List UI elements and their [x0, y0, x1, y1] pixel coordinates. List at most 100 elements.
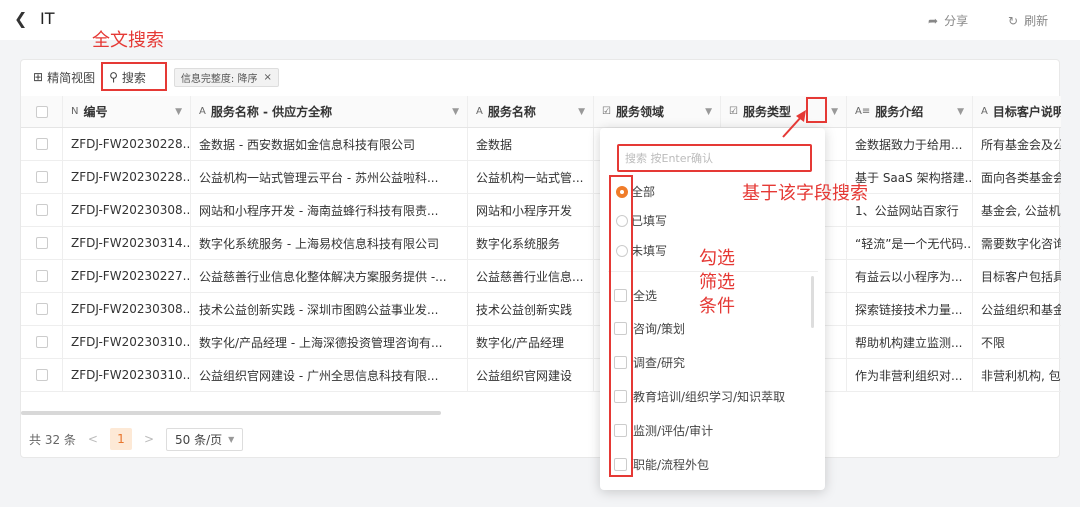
caret-down-icon[interactable]: ▼ — [578, 107, 585, 117]
column-header-intro[interactable]: A≡ 服务介绍 ▼ — [847, 96, 973, 127]
cell-name[interactable]: 网站和小程序开发 — [468, 194, 594, 226]
multi-select-field-icon: ☑ — [602, 106, 611, 117]
caret-down-icon[interactable]: ▼ — [957, 107, 964, 117]
cell-target[interactable]: 目标客户包括具有 — [973, 260, 1061, 292]
annotation-arrow-icon — [782, 110, 806, 138]
table-row[interactable]: ZFDJ-FW20230308... 技术公益创新实践 - 深圳市图鸥公益事业发… — [21, 293, 1061, 326]
cell-intro[interactable]: 帮助机构建立监测... — [847, 326, 973, 358]
table-row[interactable]: ZFDJ-FW20230228... 金数据 - 西安数据如金信息科技有限公司 … — [21, 128, 1061, 161]
column-header-name[interactable]: A 服务名称 ▼ — [468, 96, 594, 127]
table-row[interactable]: ZFDJ-FW20230310... 数字化/产品经理 - 上海深德投资管理咨询… — [21, 326, 1061, 359]
row-checkbox[interactable] — [35, 138, 48, 150]
number-field-icon: N — [71, 106, 79, 117]
table-row[interactable]: ZFDJ-FW20230314... 数字化系统服务 - 上海易校信息科技有限公… — [21, 227, 1061, 260]
grid-icon: ⊞ — [33, 70, 44, 84]
row-checkbox[interactable] — [35, 237, 48, 249]
refresh-button[interactable]: ↻ 刷新 — [1008, 12, 1048, 29]
column-header-id[interactable]: N 编号 ▼ — [63, 96, 191, 127]
cell-full-name[interactable]: 公益机构一站式管理云平台 - 苏州公益啦科... — [191, 161, 468, 193]
radio-label: 全部 — [631, 185, 656, 199]
cell-id[interactable]: ZFDJ-FW20230227... — [63, 260, 191, 292]
annotation-fulltext-search: 全文搜索 — [92, 30, 164, 51]
row-checkbox[interactable] — [35, 303, 48, 315]
column-label: 服务名称 - 供应方全称 — [210, 105, 333, 119]
table-row[interactable]: ZFDJ-FW20230228... 公益机构一站式管理云平台 - 苏州公益啦科… — [21, 161, 1061, 194]
cell-name[interactable]: 数字化系统服务 — [468, 227, 594, 259]
row-checkbox[interactable] — [35, 369, 48, 381]
cell-full-name[interactable]: 数字化/产品经理 - 上海深德投资管理咨询有... — [191, 326, 468, 358]
cell-intro[interactable]: 金数据致力于给用... — [847, 128, 973, 160]
share-button[interactable]: ➦ 分享 — [928, 12, 968, 29]
cell-id[interactable]: ZFDJ-FW20230228... — [63, 128, 191, 160]
cell-name[interactable]: 数字化/产品经理 — [468, 326, 594, 358]
row-checkbox[interactable] — [35, 336, 48, 348]
cell-intro[interactable]: 作为非营利组织对... — [847, 359, 973, 391]
simple-view-button[interactable]: ⊞ 精简视图 — [33, 69, 95, 86]
cell-target[interactable]: 面向各类基金会, — [973, 161, 1061, 193]
column-header-full-name[interactable]: A 服务名称 - 供应方全称 ▼ — [191, 96, 468, 127]
annotation-check-filter: 勾选 — [699, 248, 735, 269]
close-icon[interactable]: × — [263, 72, 271, 83]
cell-full-name[interactable]: 技术公益创新实践 - 深圳市图鸥公益事业发... — [191, 293, 468, 325]
cell-id[interactable]: ZFDJ-FW20230308... — [63, 293, 191, 325]
cell-id[interactable]: ZFDJ-FW20230228... — [63, 161, 191, 193]
caret-down-icon[interactable]: ▼ — [705, 107, 712, 117]
cell-full-name[interactable]: 网站和小程序开发 - 海南益蜂行科技有限责... — [191, 194, 468, 226]
row-select-cell — [21, 128, 63, 160]
row-select-cell — [21, 227, 63, 259]
horizontal-scrollbar[interactable] — [21, 411, 441, 415]
cell-intro[interactable]: 探索链接技术力量... — [847, 293, 973, 325]
option-label: 职能/流程外包 — [633, 458, 710, 472]
column-label: 服务名称 — [487, 105, 536, 119]
cell-id[interactable]: ZFDJ-FW20230308... — [63, 194, 191, 226]
option-label: 教育培训/组织学习/知识萃取 — [633, 390, 786, 404]
cell-name[interactable]: 公益组织官网建设 — [468, 359, 594, 391]
row-checkbox[interactable] — [35, 171, 48, 183]
caret-down-icon[interactable]: ▼ — [831, 107, 838, 117]
cell-target[interactable]: 公益组织和基金会 — [973, 293, 1061, 325]
page-size-select[interactable]: 50 条/页 ▼ — [166, 427, 244, 451]
column-header-domain[interactable]: ☑ 服务领域 ▼ — [594, 96, 721, 127]
cell-id[interactable]: ZFDJ-FW20230310... — [63, 326, 191, 358]
table-row[interactable]: ZFDJ-FW20230308... 网站和小程序开发 - 海南益蜂行科技有限责… — [21, 194, 1061, 227]
cell-target[interactable]: 不限 — [973, 326, 1061, 358]
cell-id[interactable]: ZFDJ-FW20230314... — [63, 227, 191, 259]
chevron-left-icon[interactable]: ❮ — [14, 9, 27, 28]
table-row[interactable]: ZFDJ-FW20230310... 公益组织官网建设 - 广州全思信息科技有限… — [21, 359, 1061, 392]
next-page-icon[interactable]: > — [144, 432, 154, 446]
cell-full-name[interactable]: 公益慈善行业信息化整体解决方案服务提供 -... — [191, 260, 468, 292]
option-label: 咨询/策划 — [633, 322, 686, 336]
table-row[interactable]: ZFDJ-FW20230227... 公益慈善行业信息化整体解决方案服务提供 -… — [21, 260, 1061, 293]
cell-target[interactable]: 非营利机构, 包括 — [973, 359, 1061, 391]
page-number[interactable]: 1 — [109, 428, 132, 450]
row-checkbox[interactable] — [35, 270, 48, 282]
table-panel: ⊞ 精简视图 ⚲ 搜索 信息完整度: 降序 × N 编号 ▼ A 服务名称 - … — [20, 59, 1061, 458]
cell-target[interactable]: 需要数字化咨询及 — [973, 227, 1061, 259]
cell-name[interactable]: 公益机构一站式管... — [468, 161, 594, 193]
cell-intro[interactable]: “轻流”是一个无代码... — [847, 227, 973, 259]
cell-target[interactable]: 基金会, 公益机构 — [973, 194, 1061, 226]
prev-page-icon[interactable]: < — [88, 432, 98, 446]
column-label: 服务领域 — [615, 105, 664, 119]
select-all-checkbox[interactable] — [35, 105, 48, 118]
dropdown-scrollbar[interactable] — [811, 276, 814, 328]
cell-full-name[interactable]: 金数据 - 西安数据如金信息科技有限公司 — [191, 128, 468, 160]
row-checkbox[interactable] — [35, 204, 48, 216]
cell-name[interactable]: 公益慈善行业信息... — [468, 260, 594, 292]
filter-search-input[interactable]: 搜索 按Enter确认 — [617, 144, 812, 172]
filter-option[interactable]: 教育培训/组织学习/知识萃取 — [614, 388, 785, 405]
cell-full-name[interactable]: 数字化系统服务 - 上海易校信息科技有限公司 — [191, 227, 468, 259]
caret-down-icon[interactable]: ▼ — [452, 107, 459, 117]
cell-intro[interactable]: 有益云以小程序为... — [847, 260, 973, 292]
annotation-box-checkboxes — [609, 175, 633, 477]
cell-name[interactable]: 技术公益创新实践 — [468, 293, 594, 325]
chevron-down-icon: ▼ — [228, 434, 235, 444]
cell-id[interactable]: ZFDJ-FW20230310... — [63, 359, 191, 391]
cell-target[interactable]: 所有基金会及公益 — [973, 128, 1061, 160]
sort-chip[interactable]: 信息完整度: 降序 × — [173, 67, 279, 87]
caret-down-icon[interactable]: ▼ — [175, 107, 182, 117]
column-header-target[interactable]: A 目标客户说明 — [973, 96, 1061, 127]
cell-name[interactable]: 金数据 — [468, 128, 594, 160]
radio-label: 未填写 — [631, 244, 668, 258]
cell-full-name[interactable]: 公益组织官网建设 - 广州全思信息科技有限... — [191, 359, 468, 391]
